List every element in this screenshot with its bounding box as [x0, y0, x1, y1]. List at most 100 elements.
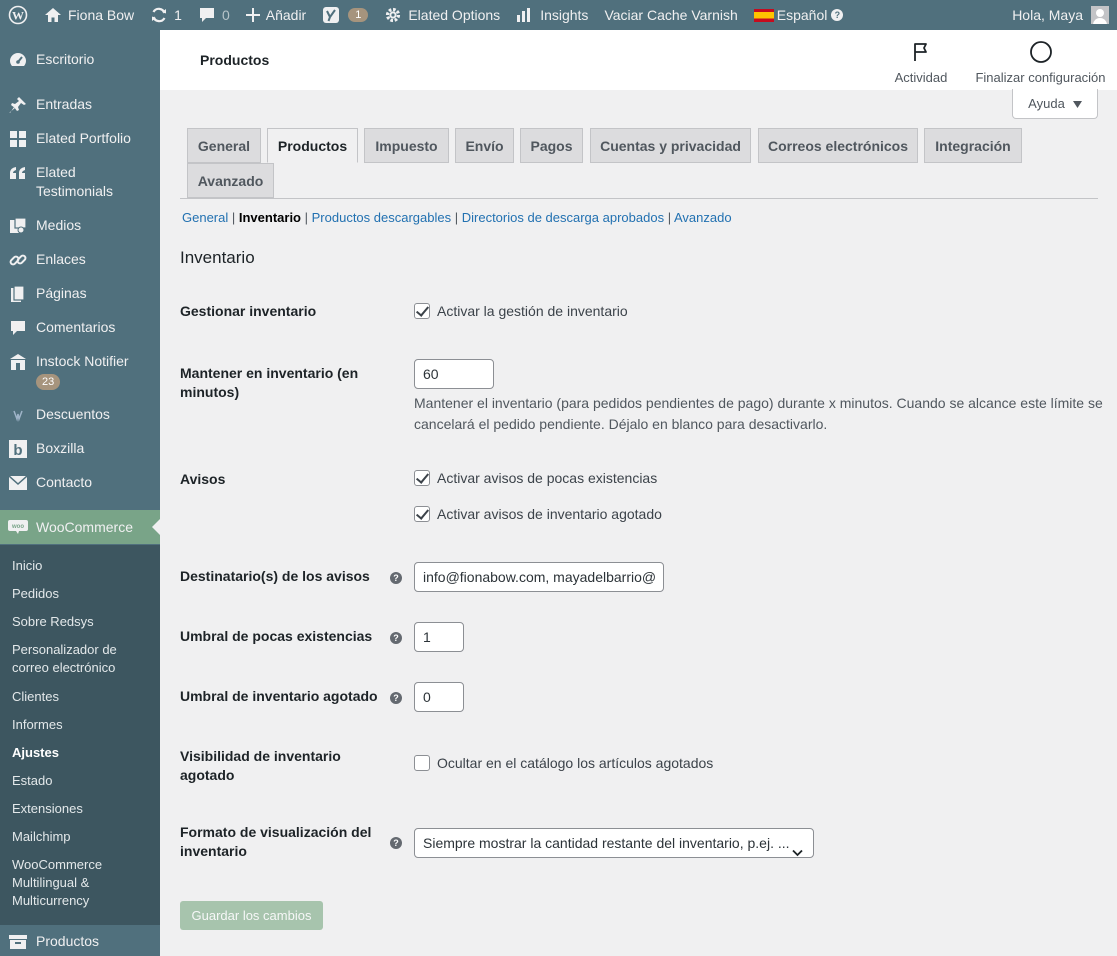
sidebar-item-label: Instock Notifier	[36, 353, 129, 369]
sidebar-item-label: Comentarios	[36, 319, 116, 335]
grid-icon	[8, 129, 28, 149]
format-label: Formato de visualización del inventario	[180, 824, 372, 859]
out-threshold-help-icon[interactable]: ?	[390, 692, 402, 704]
pin-icon	[8, 95, 28, 115]
sidebar-item-productos[interactable]: Productos	[0, 932, 160, 952]
add-new-label: Añadir	[265, 7, 307, 23]
sidebar-item-label: Páginas	[36, 285, 87, 301]
submenu-item-mailchimp[interactable]: Mailchimp	[12, 828, 152, 846]
submenu-item-estado[interactable]: Estado	[12, 772, 152, 790]
recipient-input[interactable]: info@fionabow.com, mayadelbarrio@	[414, 562, 664, 592]
sidebar-item-entradas[interactable]: Entradas	[0, 95, 160, 115]
sidebar-item-escritorio[interactable]: Escritorio	[0, 50, 160, 70]
add-new-link[interactable]: Añadir	[238, 0, 314, 30]
low-stock-notice-label: Activar avisos de pocas existencias	[437, 470, 658, 486]
varnish-link[interactable]: Vaciar Cache Varnish	[596, 0, 745, 30]
bar-chart-icon	[516, 7, 534, 23]
sidebar-item-label: Escritorio	[36, 51, 95, 67]
submenu-item-extensiones[interactable]: Extensiones	[12, 800, 152, 818]
low-threshold-input[interactable]: 1	[414, 622, 464, 652]
visibility-label: Visibilidad de inventario agotado	[180, 748, 341, 783]
progress-circle-icon	[968, 40, 1113, 64]
submenu-item-personalizador[interactable]: Personalizador de correo electrónico	[12, 641, 152, 677]
tab-integracion[interactable]: Integración	[924, 128, 1022, 163]
help-circle-icon: ?	[831, 9, 844, 21]
out-stock-notice-label: Activar avisos de inventario agotado	[437, 506, 662, 522]
submenu-item-pedidos[interactable]: Pedidos	[12, 585, 152, 603]
save-changes-button[interactable]: Guardar los cambios	[180, 901, 323, 930]
updates-link[interactable]: 1	[142, 0, 190, 30]
sidebar-item-comentarios[interactable]: Comentarios	[0, 318, 160, 338]
elated-options-link[interactable]: Elated Options	[376, 0, 508, 30]
low-stock-notice-checkbox[interactable]	[414, 470, 430, 486]
manage-stock-option[interactable]: Activar la gestión de inventario	[414, 303, 628, 319]
subsection-directorios[interactable]: Directorios de descarga aprobados	[462, 210, 664, 225]
submenu-item-sobre-redsys[interactable]: Sobre Redsys	[12, 613, 152, 631]
subsection-general[interactable]: General	[182, 210, 228, 225]
tab-cuentas-privacidad[interactable]: Cuentas y privacidad	[590, 128, 751, 163]
hide-out-of-stock-option[interactable]: Ocultar en el catálogo los artículos ago…	[414, 755, 713, 771]
sidebar-item-elated-testimonials[interactable]: Elated Testimonials	[0, 163, 160, 201]
dashboard-icon	[8, 50, 28, 70]
tab-general[interactable]: General	[187, 128, 261, 163]
mail-icon	[8, 473, 28, 493]
subsection-descargables[interactable]: Productos descargables	[312, 210, 451, 225]
sidebar-item-instock-notifier[interactable]: Instock Notifier 23	[0, 352, 160, 390]
comments-count: 0	[221, 7, 230, 23]
submenu-item-ajustes[interactable]: Ajustes	[12, 744, 152, 762]
low-threshold-help-icon[interactable]: ?	[390, 632, 402, 644]
plus-icon	[245, 8, 260, 22]
sidebar-item-elated-portfolio[interactable]: Elated Portfolio	[0, 129, 160, 149]
tab-impuesto[interactable]: Impuesto	[364, 128, 449, 163]
help-button[interactable]: Ayuda	[1012, 89, 1098, 119]
low-stock-notice-option[interactable]: Activar avisos de pocas existencias	[414, 470, 657, 486]
submenu-item-wcml[interactable]: WooCommerce Multilingual & Multicurrency	[12, 856, 152, 910]
sidebar-item-enlaces[interactable]: Enlaces	[0, 250, 160, 270]
yoast-link[interactable]: 1	[314, 0, 376, 30]
insights-label: Insights	[540, 7, 589, 23]
instock-count-badge: 23	[36, 374, 61, 390]
sidebar-item-paginas[interactable]: Páginas	[0, 284, 160, 304]
sidebar-item-label-wrap: Instock Notifier 23	[36, 352, 129, 390]
notices-label: Avisos	[180, 471, 226, 487]
wordpress-logo[interactable]: W	[0, 0, 36, 30]
sidebar-item-medios[interactable]: Medios	[0, 216, 160, 236]
format-help-icon[interactable]: ?	[390, 837, 402, 849]
help-label: Ayuda	[1028, 96, 1065, 111]
my-account-link[interactable]: Hola, Maya	[1004, 0, 1111, 30]
subsection-inventario[interactable]: Inventario	[239, 210, 301, 225]
insights-link[interactable]: Insights	[508, 0, 596, 30]
greeting: Hola, Maya	[1012, 7, 1083, 23]
discount-icon	[8, 405, 28, 425]
stock-format-value: Siempre mostrar la cantidad restante del…	[423, 835, 790, 851]
submenu-item-clientes[interactable]: Clientes	[12, 688, 152, 706]
tab-pagos[interactable]: Pagos	[520, 128, 583, 163]
avatar	[1091, 6, 1109, 24]
manage-stock-checkbox[interactable]	[414, 303, 430, 319]
sidebar-item-boxzilla[interactable]: b Boxzilla	[0, 439, 160, 459]
tab-avanzado[interactable]: Avanzado	[187, 163, 274, 198]
recipient-help-icon[interactable]: ?	[390, 572, 402, 584]
sidebar-item-contacto[interactable]: Contacto	[0, 473, 160, 493]
out-threshold-input[interactable]: 0	[414, 682, 464, 712]
submenu-item-informes[interactable]: Informes	[12, 716, 152, 734]
tab-correos[interactable]: Correos electrónicos	[758, 128, 918, 163]
language-switcher[interactable]: Español ?	[746, 0, 852, 30]
comments-link[interactable]: 0	[190, 0, 238, 30]
gear-icon	[384, 6, 402, 24]
subsection-avanzado[interactable]: Avanzado	[674, 210, 732, 225]
sidebar-item-woocommerce[interactable]: woo WooCommerce	[0, 510, 160, 544]
site-name-link[interactable]: Fiona Bow	[36, 0, 142, 30]
submenu-item-inicio[interactable]: Inicio	[12, 557, 152, 575]
sidebar-item-descuentos[interactable]: Descuentos	[0, 405, 160, 425]
page-title: Productos	[200, 52, 270, 68]
out-stock-notice-checkbox[interactable]	[414, 506, 430, 522]
stock-format-select[interactable]: Siempre mostrar la cantidad restante del…	[414, 828, 814, 858]
out-stock-notice-option[interactable]: Activar avisos de inventario agotado	[414, 506, 662, 522]
hide-out-of-stock-checkbox[interactable]	[414, 755, 430, 771]
hold-stock-input[interactable]: 60	[414, 359, 494, 389]
tab-envio[interactable]: Envío	[455, 128, 514, 163]
finish-setup-button[interactable]: Finalizar configuración	[968, 40, 1113, 85]
tab-productos[interactable]: Productos	[267, 128, 358, 163]
activity-button[interactable]: Actividad	[882, 40, 960, 85]
